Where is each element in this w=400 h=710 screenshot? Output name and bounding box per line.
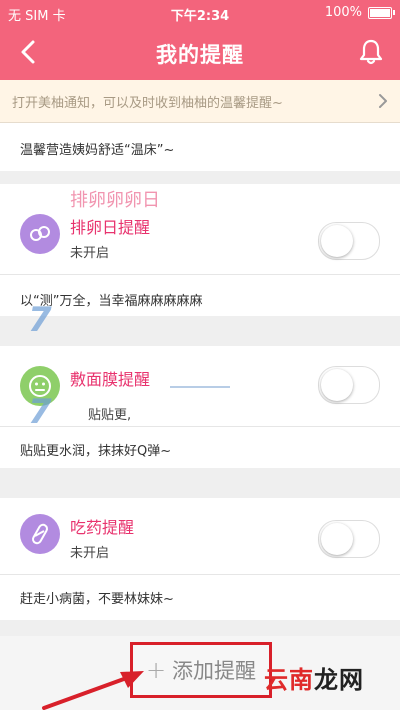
- notification-banner-text: 打开美柚通知，可以及时收到柚柚的温馨提醒~: [12, 96, 283, 111]
- toggle-knob: [321, 369, 353, 401]
- reminder-card-medicine: 吃药提醒 未开启 赶走小病菌，不要林妹妹~: [0, 498, 400, 620]
- annotation-arrow-icon: [42, 671, 144, 710]
- pill-icon: [20, 514, 60, 554]
- site-watermark-part2: 龙网: [314, 666, 364, 694]
- reminder-status: 未开启: [70, 246, 110, 261]
- ghost-title: 排卵卵卵日: [70, 190, 160, 211]
- reminder-status: 贴贴更,: [88, 408, 132, 423]
- reminder-status: 未开启: [70, 546, 110, 561]
- nav-bar: 我的提醒: [0, 26, 400, 80]
- notification-banner[interactable]: 打开美柚通知，可以及时收到柚柚的温馨提醒~: [0, 80, 400, 123]
- page-title: 我的提醒: [156, 43, 244, 67]
- reminder-title: 排卵日提醒: [70, 218, 151, 237]
- reminder-title: 敷面膜提醒: [70, 370, 151, 389]
- site-watermark-part1: 云南: [264, 666, 314, 694]
- bell-icon[interactable]: [356, 37, 386, 67]
- battery-icon: [368, 6, 395, 19]
- watermark-line: [170, 386, 230, 388]
- toggle-knob: [321, 225, 353, 257]
- toggle-knob: [321, 523, 353, 555]
- add-reminder-button[interactable]: + 添加提醒: [130, 642, 272, 698]
- reminder-desc: 贴贴更水润，抹抹好Q弹~: [20, 444, 172, 459]
- reminder-desc: 温馨营造姨妈舒适“温床”~: [20, 143, 175, 158]
- reminder-toggle[interactable]: [318, 222, 380, 260]
- battery-percent: 100%: [324, 5, 362, 20]
- reminder-card-ovulation: 排卵卵卵日 排卵日提醒 未开启 以“测”万全，当幸福麻麻麻麻麻: [0, 184, 400, 316]
- site-watermark: 云南龙网: [264, 660, 364, 695]
- divider: [0, 426, 400, 427]
- reminder-card-face-mask: 敷面膜提醒 贴贴更, 贴贴更水润，抹抹好Q弹~: [0, 346, 400, 468]
- watermark-logo: 7: [28, 300, 52, 340]
- reminder-toggle[interactable]: [318, 366, 380, 404]
- reminder-card-period-desc: 温馨营造姨妈舒适“温床”~: [0, 123, 400, 171]
- ovulation-icon: [20, 214, 60, 254]
- chevron-right-icon: [379, 94, 387, 108]
- reminder-desc: 赶走小病菌，不要林妹妹~: [20, 592, 174, 607]
- battery-fill: [370, 8, 390, 17]
- status-bar: 无 SIM 卡 下午2:34 100%: [0, 0, 400, 26]
- divider: [0, 574, 400, 575]
- add-reminder-label: 添加提醒: [172, 659, 257, 683]
- divider: [0, 274, 400, 275]
- status-right: 100%: [324, 5, 395, 20]
- watermark-logo: 7: [28, 392, 52, 432]
- reminder-toggle[interactable]: [318, 520, 380, 558]
- reminder-title: 吃药提醒: [70, 518, 135, 537]
